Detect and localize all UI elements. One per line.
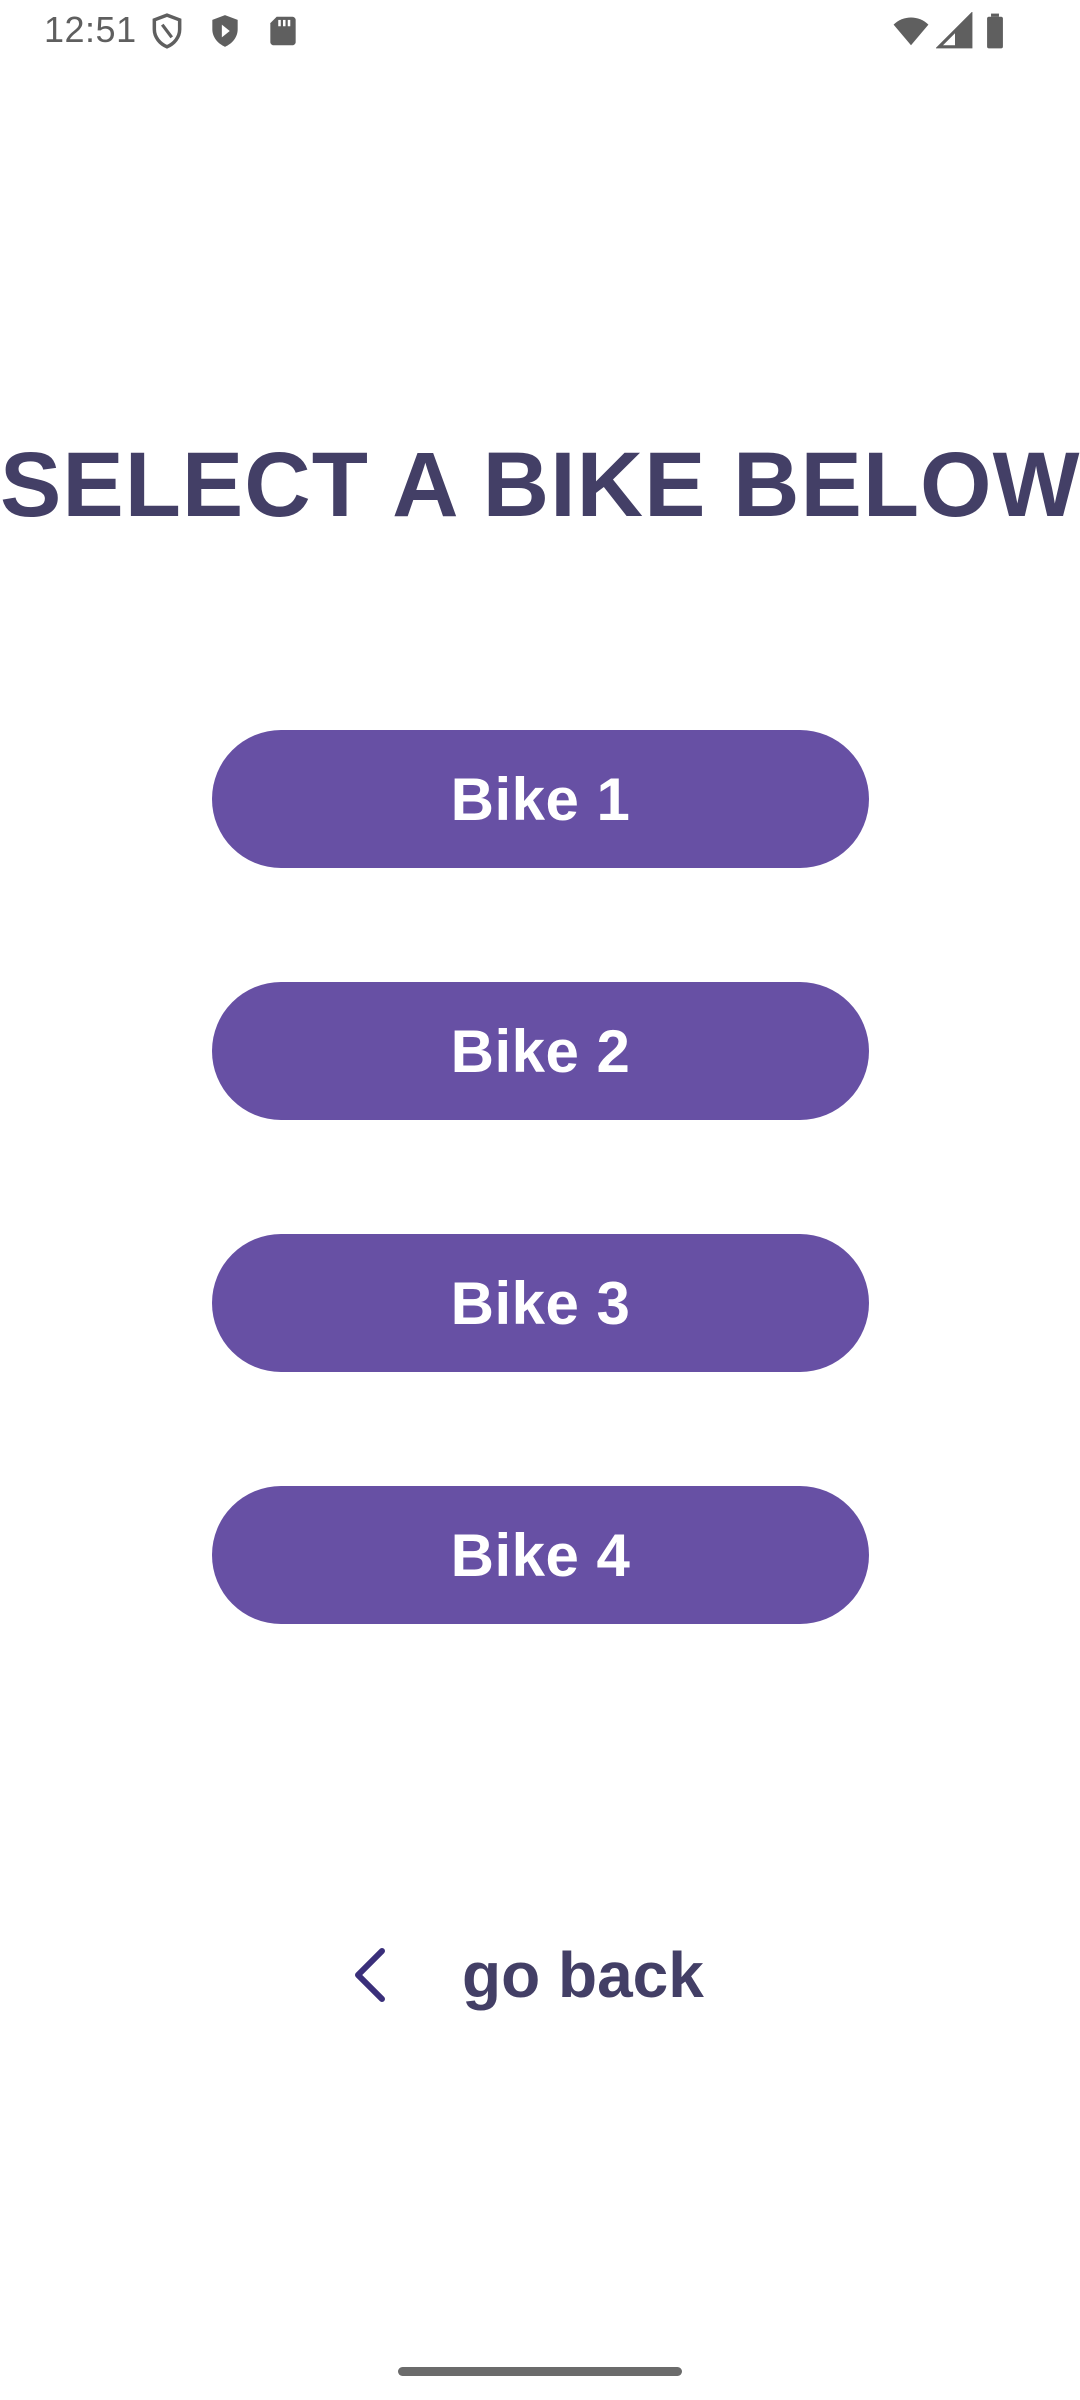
status-bar: 12:51 bbox=[0, 0, 1080, 62]
go-back-button[interactable]: go back bbox=[340, 1930, 740, 2020]
wifi-icon bbox=[890, 12, 932, 50]
chevron-left-icon bbox=[350, 1947, 390, 2003]
cell-signal-icon bbox=[936, 12, 974, 50]
bike-1-button[interactable]: Bike 1 bbox=[212, 730, 869, 868]
gesture-nav-handle[interactable] bbox=[398, 2367, 682, 2376]
bike-3-button[interactable]: Bike 3 bbox=[212, 1234, 869, 1372]
play-shield-icon bbox=[206, 12, 244, 50]
status-time: 12:51 bbox=[44, 9, 137, 50]
battery-icon bbox=[980, 12, 1010, 50]
bike-2-button[interactable]: Bike 2 bbox=[212, 982, 869, 1120]
screen: 12:51 SELECT A BIKE BELOW: Bike 1 Bike 2… bbox=[0, 0, 1080, 2400]
page-title: SELECT A BIKE BELOW: bbox=[0, 434, 1080, 536]
go-back-label: go back bbox=[462, 1939, 704, 2011]
shield-outline-icon bbox=[148, 12, 186, 50]
bike-4-button[interactable]: Bike 4 bbox=[212, 1486, 869, 1624]
sd-card-icon bbox=[264, 12, 302, 50]
